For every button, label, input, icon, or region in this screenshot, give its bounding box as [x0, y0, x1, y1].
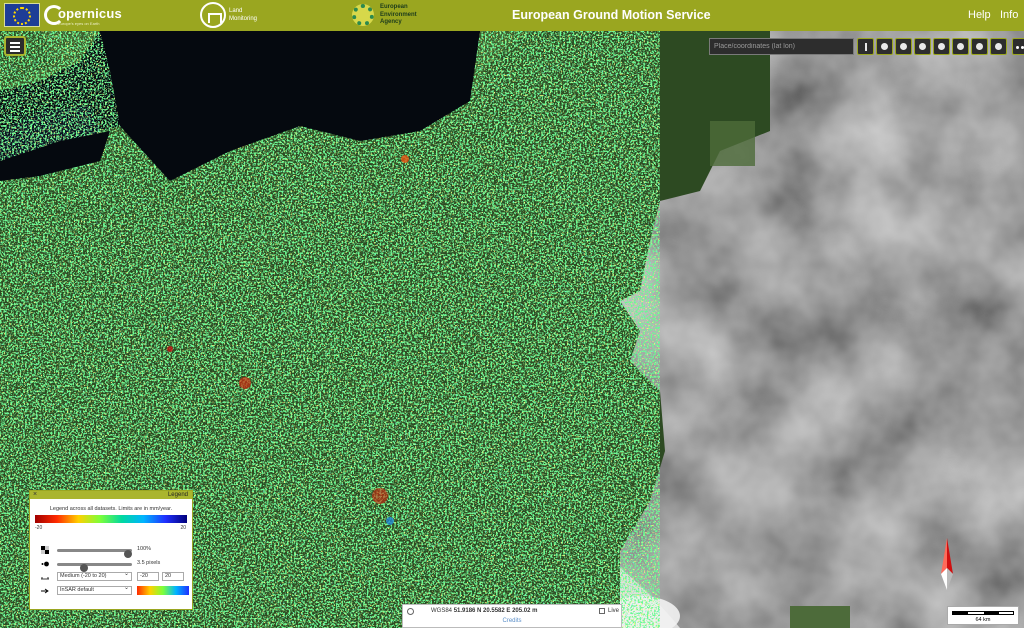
palette-row: InSAR default — [41, 585, 191, 596]
coordinates-bar: WGS84 51.9186 N 20.5582 E 205.02 m Live … — [402, 604, 622, 628]
checkerboard-icon — [41, 546, 49, 554]
share-tool-icon[interactable] — [952, 38, 969, 55]
live-label: Live — [608, 608, 620, 614]
live-checkbox[interactable] — [599, 608, 605, 614]
scale-line — [952, 611, 1014, 615]
legend-max-label: 20 — [180, 525, 186, 531]
menu-button[interactable] — [4, 36, 26, 56]
draw-tool-icon[interactable] — [990, 38, 1007, 55]
land-monitoring-logo[interactable]: Land Monitoring — [200, 2, 270, 29]
copernicus-name: opernicus — [58, 6, 122, 21]
land-line2: Monitoring — [229, 16, 258, 22]
opacity-slider-knob[interactable] — [124, 550, 132, 558]
page-title: European Ground Motion Service — [512, 8, 711, 22]
opacity-slider[interactable] — [57, 549, 132, 558]
copernicus-tagline: Europe's eyes on Earth — [58, 21, 100, 26]
point-size-slider-knob[interactable] — [80, 564, 89, 572]
legend-note: Legend across all datasets. Limits are i… — [49, 506, 173, 512]
range-max-input[interactable]: 20 — [162, 572, 184, 581]
land-line1: Land — [229, 8, 243, 14]
range-row: Medium (-20 to 20) -20 20 — [41, 571, 191, 582]
opacity-row: 100% — [41, 545, 191, 558]
map-toolbar — [857, 38, 1024, 56]
north-arrow-icon — [941, 538, 953, 590]
coordinates-toggle-icon[interactable] — [407, 608, 414, 615]
opacity-value: 100% — [137, 546, 152, 552]
compass-tool-icon[interactable] — [933, 38, 950, 55]
coords-value: 51.9186 N 20.5582 E 205.02 m — [453, 608, 538, 614]
measure-tool-icon[interactable] — [895, 38, 912, 55]
range-icon — [41, 577, 49, 580]
palette-select[interactable]: InSAR default — [57, 585, 132, 595]
point-size-value: 3.5 pixels — [137, 560, 161, 566]
legend-color-ramp — [35, 515, 187, 523]
legend-title: Legend — [167, 492, 188, 498]
point-size-icon — [41, 561, 49, 567]
globe-tool-icon[interactable] — [876, 38, 893, 55]
palette-preview — [137, 586, 189, 595]
more-options-icon[interactable] — [1012, 38, 1024, 55]
coords-prefix: WGS84 — [431, 608, 453, 614]
scale-label: 64 km — [975, 617, 991, 623]
range-select[interactable]: Medium (-20 to 20) — [57, 571, 132, 581]
location-search-input[interactable] — [709, 38, 854, 55]
legend-panel: × Legend Legend across all datasets. Lim… — [29, 490, 193, 610]
copernicus-logo[interactable]: opernicus Europe's eyes on Earth — [44, 3, 122, 27]
point-size-row: 3.5 pixels — [41, 559, 191, 572]
hamburger-icon — [10, 42, 20, 44]
legend-min-label: -20 — [35, 525, 43, 531]
basemap-tool-icon[interactable] — [971, 38, 988, 55]
layers-tool-icon[interactable] — [914, 38, 931, 55]
eu-stars-icon — [13, 7, 31, 25]
eea-line2: Environment — [380, 11, 417, 18]
arrow-right-icon — [41, 588, 49, 594]
eea-logo[interactable]: European Environment Agency — [352, 3, 432, 28]
point-size-slider[interactable] — [57, 563, 132, 572]
credits-link[interactable]: Credits — [403, 618, 621, 624]
scale-bar: 64 km — [947, 606, 1019, 625]
land-monitoring-icon — [200, 2, 226, 28]
eea-line1: European — [380, 4, 408, 10]
eu-flag-logo — [4, 3, 40, 27]
eea-line3: Agency — [380, 19, 402, 25]
info-link[interactable]: Info — [1000, 9, 1018, 21]
range-min-input[interactable]: -20 — [137, 572, 159, 581]
legend-header: × Legend — [30, 491, 192, 499]
info-tool-icon[interactable] — [857, 38, 874, 55]
top-header: opernicus Europe's eyes on Earth Land Mon… — [0, 0, 1024, 31]
legend-close-icon[interactable]: × — [33, 491, 37, 499]
eea-flower-icon — [352, 4, 374, 26]
help-link[interactable]: Help — [968, 9, 991, 21]
